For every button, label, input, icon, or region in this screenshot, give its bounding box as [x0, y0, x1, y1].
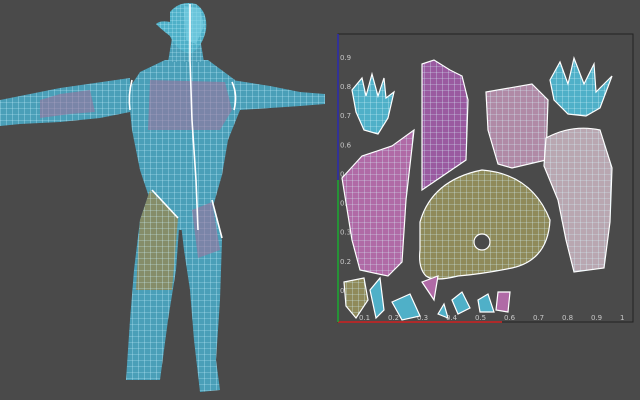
uv-island-small-6[interactable] — [477, 293, 495, 313]
uv-y-tick: 0.7 — [340, 112, 351, 120]
uv-y-tick: 0.3 — [340, 229, 351, 237]
uv-islands[interactable] — [341, 55, 613, 321]
uv-editor[interactable]: 0.10.20.30.40.50.60.70.80.91 0.10.20.30.… — [322, 0, 640, 400]
uv-island-small-7[interactable] — [495, 291, 511, 313]
uv-x-tick: 0.6 — [504, 314, 516, 322]
viewport-3d[interactable] — [0, 0, 330, 400]
uv-x-tick: 0.5 — [475, 314, 486, 322]
uv-x-tick: 0.8 — [562, 314, 573, 322]
uv-x-tick: 1 — [620, 314, 624, 322]
uv-x-tick: 0.7 — [533, 314, 544, 322]
uv-island-small-4[interactable] — [421, 275, 439, 302]
uv-island-small-8[interactable] — [437, 302, 449, 320]
uv-x-tick: 0.2 — [388, 314, 399, 322]
uv-island-small-5[interactable] — [451, 291, 471, 315]
uv-x-tick: 0.1 — [359, 314, 370, 322]
uv-x-tick: 0.9 — [591, 314, 602, 322]
uv-island-small-2[interactable] — [369, 276, 385, 320]
uv-y-tick: 0.6 — [340, 141, 352, 149]
uv-y-tick: 0.2 — [340, 258, 351, 266]
uv-y-tick: 0.9 — [340, 54, 351, 62]
character-mesh[interactable] — [0, 3, 325, 392]
uv-y-tick: 0.8 — [340, 83, 351, 91]
